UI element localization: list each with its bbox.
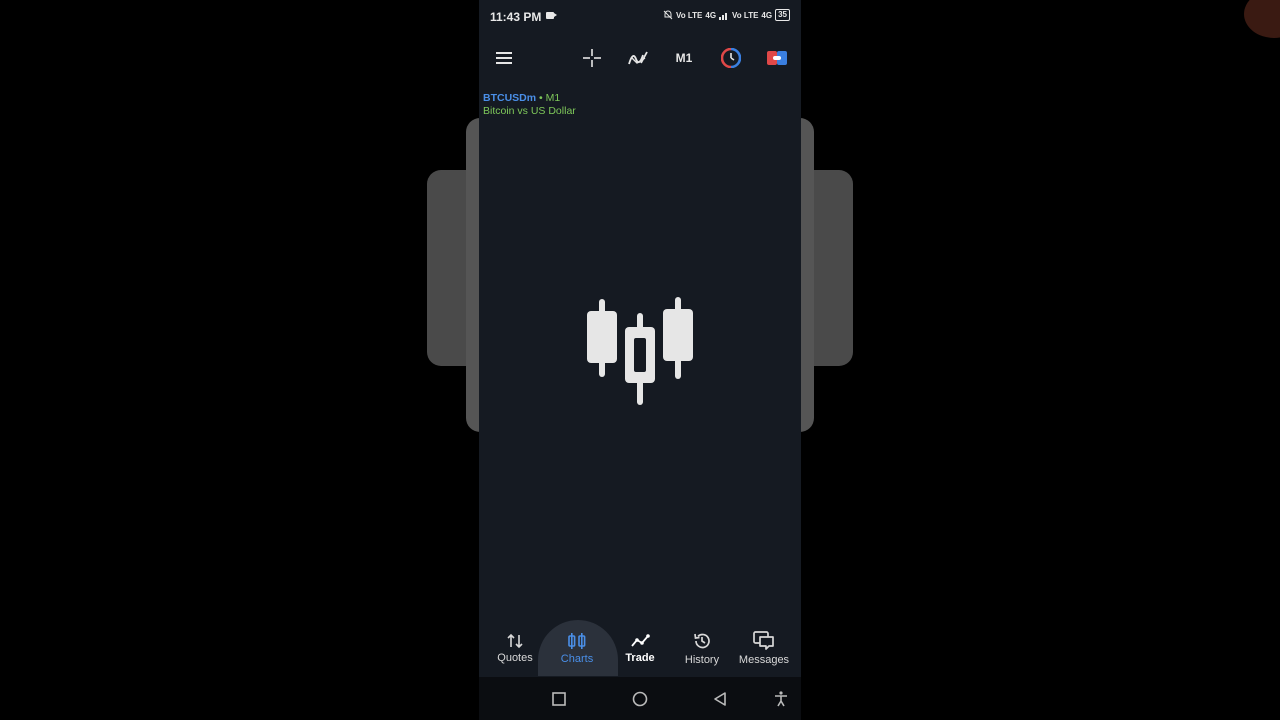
new-order-button[interactable] [765,46,789,70]
hamburger-icon [496,52,512,64]
timeframe-button[interactable]: M1 [672,46,696,70]
tab-messages[interactable]: Messages [736,620,792,676]
circle-icon [632,691,648,707]
accessibility-button[interactable] [771,689,791,709]
tab-history[interactable]: History [678,620,726,676]
clock-trade-icon [721,48,741,68]
volte-label-1: Vo LTE [676,10,703,20]
chart-timeframe: M1 [545,92,561,104]
tab-charts[interactable]: Charts [553,620,601,676]
buy-sell-icon [767,51,787,65]
tab-quotes-label: Quotes [497,651,533,664]
chart-toolbar: M1 [479,38,801,78]
tab-messages-label: Messages [738,653,790,666]
messages-icon [753,630,774,650]
home-button[interactable] [630,689,650,709]
chart-description: Bitcoin vs US Dollar [483,105,576,117]
status-icons: Vo LTE 4G Vo LTE 4G 35 [663,9,790,21]
crosshair-icon [583,49,601,67]
notifications-off-icon [663,10,673,20]
accessibility-icon [775,691,787,707]
video-record-icon [546,12,557,19]
tab-charts-label: Charts [560,652,594,665]
square-icon [552,692,566,706]
tab-quotes[interactable]: Quotes [491,620,539,676]
candles-icon [568,632,586,649]
bottom-navigation: Quotes Charts Trade History Messages [479,620,801,676]
background-orb [1244,0,1280,38]
back-triangle-icon [714,692,726,706]
volte-label-2: Vo LTE [732,10,759,20]
chart-separator: • [539,92,543,104]
one-click-trading-button[interactable] [719,46,743,70]
tab-history-label: History [684,653,720,666]
menu-button[interactable] [492,46,516,70]
history-icon [694,633,710,648]
phone-screen: 11:43 PM Vo LTE 4G Vo LTE 4G 35 M1 BTCUS… [479,0,801,720]
system-navigation-bar [479,677,801,720]
signal-icon [719,12,728,20]
battery-indicator: 35 [775,9,790,21]
indicators-button[interactable] [626,46,650,70]
sort-arrows-icon [507,633,523,648]
chart-symbol: BTCUSDm [483,92,537,104]
indicator-icon [628,51,648,65]
tab-trade-label: Trade [625,651,655,664]
candlestick-icon [587,297,693,405]
network-label-2: 4G [761,10,773,20]
network-label-1: 4G [705,10,717,20]
chart-symbol-label: BTCUSDm • M1 Bitcoin vs US Dollar [483,92,576,118]
recents-button[interactable] [549,689,569,709]
status-bar: 11:43 PM Vo LTE 4G Vo LTE 4G 35 [479,0,801,32]
status-time: 11:43 PM [490,10,542,24]
trend-line-icon [631,633,650,647]
back-button[interactable] [710,689,730,709]
chart-loading-placeholder [585,297,695,412]
crosshair-button[interactable] [580,46,604,70]
tab-trade[interactable]: Trade [616,620,664,676]
